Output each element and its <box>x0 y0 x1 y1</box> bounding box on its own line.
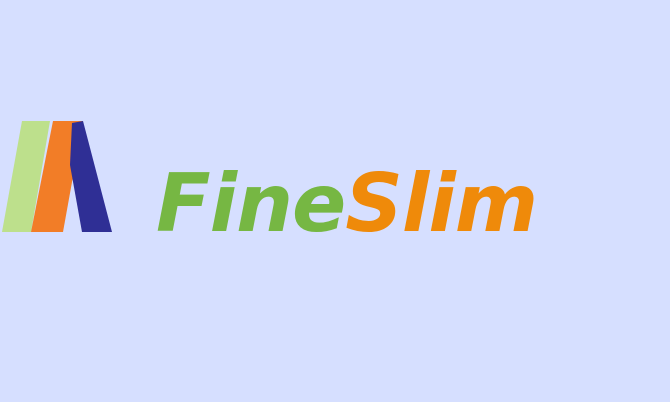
wordmark-slim: Slim <box>345 157 538 250</box>
wordmark-fine: Fine <box>156 157 346 250</box>
brand-wordmark: FineSlim <box>156 154 538 254</box>
brand-mark-icon <box>2 121 112 232</box>
mark-blue-stripe <box>70 121 112 232</box>
